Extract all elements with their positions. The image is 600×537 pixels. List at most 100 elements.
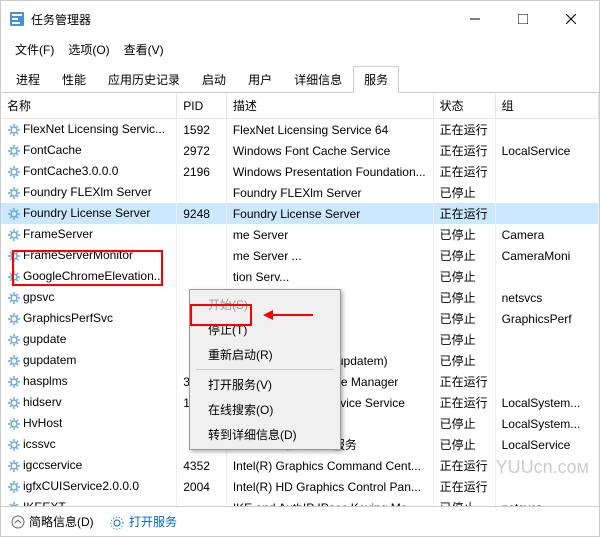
service-pid (177, 497, 227, 506)
minimize-button[interactable] (455, 7, 495, 31)
table-row[interactable]: FontCache3.0.0.0 2196Windows Presentation… (1, 161, 599, 182)
service-name: IKEEXT (23, 500, 66, 506)
service-pid: 9248 (177, 203, 227, 224)
watermark: YUUcn.coм (496, 457, 589, 478)
col-name[interactable]: 名称 (1, 93, 177, 119)
context-open-services[interactable]: 打开服务(V) (192, 372, 338, 397)
tab-0[interactable]: 进程 (5, 66, 51, 92)
service-pid: 2004 (177, 476, 227, 497)
service-group (495, 266, 598, 287)
context-menu: 开始(S) 停止(T) 重新启动(R) 打开服务(V) 在线搜索(O) 转到详细… (189, 289, 341, 450)
service-name: GoogleChromeElevation... (23, 269, 164, 283)
service-pid: 2972 (177, 140, 227, 161)
service-desc: Windows Presentation Foundation... (226, 161, 433, 182)
context-stop[interactable]: 停止(T) (192, 317, 338, 342)
service-name: gupdate (23, 332, 66, 346)
service-name: icssvc (23, 437, 56, 451)
table-row[interactable]: igfxCUIService2.0.0.0 2004Intel(R) HD Gra… (1, 476, 599, 497)
service-group: netsvcs (495, 287, 598, 308)
close-button[interactable] (551, 7, 591, 31)
service-status: 正在运行 (433, 119, 495, 141)
tab-6[interactable]: 服务 (353, 66, 399, 93)
service-name: FrameServer (23, 227, 93, 241)
service-desc: Intel(R) HD Graphics Control Pan... (226, 476, 433, 497)
context-separator (196, 369, 334, 370)
brief-info-toggle[interactable]: 简略信息(D) (11, 513, 94, 530)
tab-1[interactable]: 性能 (51, 66, 97, 92)
statusbar: 简略信息(D) 打开服务 (1, 506, 599, 536)
table-row[interactable]: Foundry FLEXlm ServerFoundry FLEXlm Serv… (1, 182, 599, 203)
service-group: CameraMoni (495, 245, 598, 266)
service-status: 已停止 (433, 182, 495, 203)
service-group: LocalSystem... (495, 413, 598, 434)
table-row[interactable]: FlexNet Licensing Servic...1592FlexNet L… (1, 119, 599, 141)
service-status: 正在运行 (433, 371, 495, 392)
service-name: gupdatem (23, 353, 76, 367)
chevron-up-circle-icon (11, 515, 25, 529)
service-name: GraphicsPerfSvc (23, 311, 113, 325)
service-name: Foundry License Server (23, 206, 150, 220)
menu-options[interactable]: 选项(O) (62, 39, 115, 60)
col-status[interactable]: 状态 (433, 93, 495, 119)
service-group: Camera (495, 224, 598, 245)
maximize-button[interactable] (503, 7, 543, 31)
menu-view[interactable]: 查看(V) (118, 39, 170, 60)
service-desc: IKE and AuthIP IPsec Keying Mo... (226, 497, 433, 506)
table-row[interactable]: FontCache2972Windows Font Cache Service正… (1, 140, 599, 161)
col-pid[interactable]: PID (177, 93, 227, 119)
service-group (495, 476, 598, 497)
tab-4[interactable]: 用户 (237, 66, 283, 92)
service-status: 正在运行 (433, 161, 495, 182)
service-desc: FlexNet Licensing Service 64 (226, 119, 433, 141)
service-desc: me Server ... (226, 245, 433, 266)
service-group: netsvcs (495, 497, 598, 506)
service-status: 已停止 (433, 287, 495, 308)
service-status: 已停止 (433, 434, 495, 455)
service-status: 已停止 (433, 224, 495, 245)
table-row[interactable]: FrameServer me Server已停止Camera (1, 224, 599, 245)
open-services-link[interactable]: 打开服务 (110, 513, 177, 530)
service-name: igfxCUIService2.0.0.0 (23, 479, 139, 493)
tab-5[interactable]: 详细信息 (283, 66, 353, 92)
tab-2[interactable]: 应用历史记录 (97, 66, 191, 92)
titlebar: 任务管理器 (1, 1, 599, 37)
app-icon (9, 11, 25, 27)
tab-3[interactable]: 启动 (191, 66, 237, 92)
service-desc: me Server (226, 224, 433, 245)
gear-icon (110, 516, 124, 530)
service-status: 已停止 (433, 497, 495, 506)
service-desc: tion Serv... (226, 266, 433, 287)
context-goto-details[interactable]: 转到详细信息(D) (192, 422, 338, 447)
menubar: 文件(F) 选项(O) 查看(V) (1, 37, 599, 62)
service-name: igccservice (23, 458, 82, 472)
service-pid: 2196 (177, 161, 227, 182)
context-search-online[interactable]: 在线搜索(O) (192, 397, 338, 422)
service-status: 已停止 (433, 329, 495, 350)
service-group (495, 203, 598, 224)
service-group: GraphicsPerf (495, 308, 598, 329)
service-pid (177, 182, 227, 203)
tab-strip: 进程性能应用历史记录启动用户详细信息服务 (1, 66, 599, 93)
service-name: hidserv (23, 395, 62, 409)
service-group (495, 371, 598, 392)
table-row[interactable]: FrameServerMonitorme Server ...已停止Camera… (1, 245, 599, 266)
service-group (495, 119, 598, 141)
service-name: FontCache3.0.0.0 (23, 164, 118, 178)
service-name: FontCache (23, 143, 82, 157)
col-group[interactable]: 组 (495, 93, 598, 119)
table-row[interactable]: IKEEXT IKE and AuthIP IPsec Keying Mo...已… (1, 497, 599, 506)
col-desc[interactable]: 描述 (226, 93, 433, 119)
table-row[interactable]: GoogleChromeElevation...tion Serv...已停止 (1, 266, 599, 287)
context-start[interactable]: 开始(S) (192, 292, 338, 317)
context-restart[interactable]: 重新启动(R) (192, 342, 338, 367)
service-status: 正在运行 (433, 203, 495, 224)
service-group: LocalService (495, 434, 598, 455)
menu-file[interactable]: 文件(F) (9, 39, 60, 60)
table-row[interactable]: Foundry License Server9248Foundry Licens… (1, 203, 599, 224)
service-status: 正在运行 (433, 455, 495, 476)
service-group: LocalSystem... (495, 392, 598, 413)
window-title: 任务管理器 (31, 11, 455, 28)
service-pid (177, 224, 227, 245)
service-status: 已停止 (433, 350, 495, 371)
service-pid (177, 266, 227, 287)
